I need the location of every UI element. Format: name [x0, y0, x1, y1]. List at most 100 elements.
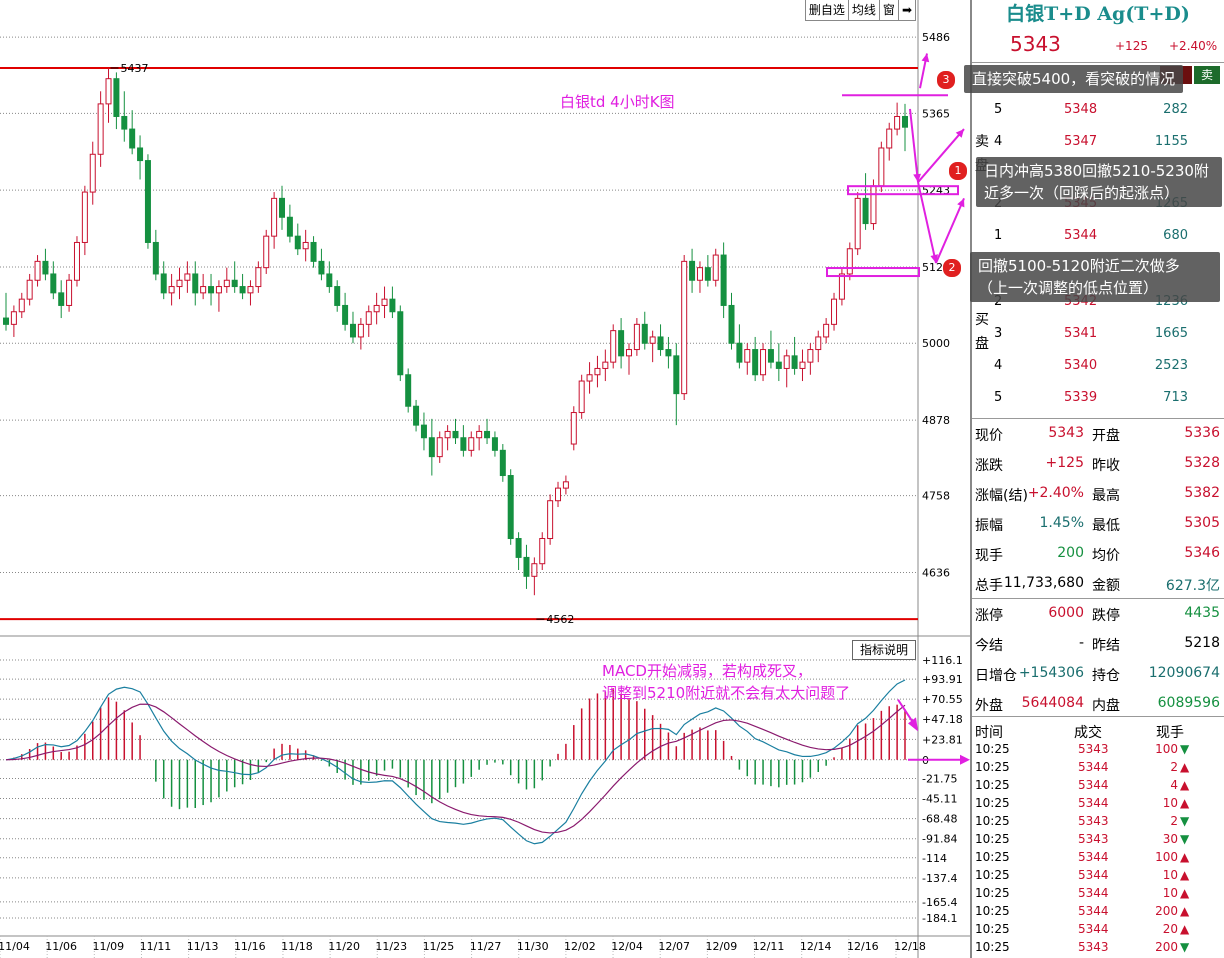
down-arrow-icon: ▼ [1180, 940, 1190, 954]
ask-volume: 680 [1163, 228, 1188, 243]
note-3-badge: 3 [936, 70, 956, 90]
bid-price: 5341 [1064, 326, 1098, 341]
candle-body [121, 115, 128, 130]
candle-body [160, 273, 167, 294]
candle-body [389, 298, 396, 313]
ask-volume: 1155 [1154, 134, 1188, 149]
sell-button[interactable]: 卖 [1194, 66, 1220, 84]
trade-price: 5343 [1078, 742, 1109, 756]
quote-value: 5343 [1048, 425, 1084, 441]
macd-y-tick-label: -165.4 [922, 896, 957, 909]
candle-body [129, 128, 136, 149]
y-tick-label: 4758 [922, 490, 950, 503]
candle-body [294, 235, 301, 250]
candle-body [97, 103, 104, 155]
x-tick-label: 11/25 [423, 940, 455, 953]
quote-row: 日增仓 +154306 持仓 12090674 [972, 659, 1224, 689]
candle-body [815, 336, 822, 351]
ask-volume: 282 [1163, 102, 1188, 117]
note-1: 日内冲高5380回撤5210-5230附 近多一次（回踩后的起涨点） [976, 157, 1222, 207]
candle-body [775, 361, 782, 369]
quote-label: 日增仓 [975, 668, 1017, 684]
indicator-help-button[interactable]: 指标说明 [852, 640, 916, 660]
candle-body [673, 355, 680, 395]
candle-body [231, 279, 238, 288]
x-tick-label: 11/13 [187, 940, 219, 953]
quote-row: 今结 - 昨结 5218 [972, 629, 1224, 659]
quote-value: 5382 [1184, 485, 1220, 501]
macd-y-tick-label: +70.55 [922, 693, 963, 706]
trade-row: 10:25 5343 2 ▼ [972, 812, 1224, 830]
candle-body [752, 349, 759, 376]
projection-arrow-line [909, 108, 919, 183]
candle-body [507, 475, 514, 540]
quote-value: 6089596 [1157, 695, 1220, 711]
bid-volume: 713 [1163, 390, 1188, 405]
trade-volume: 4 [1170, 778, 1178, 792]
candle-body [610, 330, 617, 363]
trade-price: 5344 [1078, 796, 1109, 810]
up-arrow-icon: ▲ [1180, 886, 1190, 900]
divider [972, 716, 1224, 717]
macd-y-tick-label: -21.75 [922, 772, 957, 785]
candle-body [468, 437, 475, 451]
toolbar-arrow-icon[interactable]: ➡ [899, 0, 916, 20]
candle-body [491, 437, 498, 451]
candle-body [720, 254, 727, 306]
trade-time: 10:25 [975, 922, 1010, 936]
toolbar-window-button[interactable]: 窗 [880, 0, 899, 20]
toolbar-ma-button[interactable]: 均线 [849, 0, 880, 20]
quote-value: 5644084 [1021, 695, 1084, 711]
down-arrow-icon: ▼ [1180, 742, 1190, 756]
divider [972, 62, 1224, 63]
trade-volume: 20 [1162, 922, 1178, 936]
candle-body [349, 323, 356, 338]
candle-body [838, 273, 845, 300]
instrument-title: 白银T+D Ag(T+D) [1006, 3, 1190, 25]
quote-row: 总手 11,733,680 金额 627.3亿 [972, 569, 1224, 599]
quote-row: 振幅 1.45% 最低 5305 [972, 509, 1224, 539]
toolbar-remove-favorite-button[interactable]: 删自选 [806, 0, 849, 20]
note-1-badge: 1 [948, 161, 968, 181]
candle-body [223, 279, 230, 288]
candle-body [326, 273, 333, 288]
x-tick-label: 11/11 [140, 940, 172, 953]
ask-price: 5344 [1064, 228, 1098, 243]
x-tick-label: 12/07 [658, 940, 690, 953]
trade-time: 10:25 [975, 814, 1010, 828]
candle-body [271, 197, 278, 237]
macd-y-tick-label: -91.84 [922, 833, 957, 846]
price-change: +125 [1115, 39, 1148, 53]
bid-row: 4 5340 2523 [972, 352, 1224, 382]
candle-body [428, 437, 435, 458]
candle-body [791, 355, 798, 369]
trade-row: 10:25 5344 4 ▲ [972, 776, 1224, 794]
trades-header-price: 成交 [1074, 725, 1102, 741]
candle-body [484, 430, 491, 439]
candle-body [767, 349, 774, 363]
trade-price: 5343 [1078, 814, 1109, 828]
trade-row: 10:25 5344 10 ▲ [972, 794, 1224, 812]
chart-toolbar: 删自选 均线 窗 ➡ [804, 0, 916, 21]
candle-body [736, 342, 743, 363]
y-tick-label: 5486 [922, 31, 950, 44]
candle-body [689, 260, 696, 281]
ask-row: 1 5344 680 [972, 222, 1224, 252]
down-arrow-icon: ▼ [1180, 832, 1190, 846]
candle-body [783, 355, 790, 369]
arrow-head [960, 754, 970, 765]
kline-chart: 5486536552435121500048784758463654374562… [0, 0, 970, 958]
quote-label: 总手 [975, 578, 1003, 594]
candle-body [894, 115, 901, 130]
candle-body [547, 500, 554, 540]
candle-body [26, 279, 33, 300]
up-arrow-icon: ▲ [1180, 904, 1190, 918]
candle-body [18, 298, 25, 313]
candle-body [334, 286, 341, 306]
trade-time: 10:25 [975, 778, 1010, 792]
candle-body [397, 311, 404, 376]
ask-price: 5347 [1064, 134, 1098, 149]
quote-label: 均价 [1092, 548, 1120, 564]
trade-row: 10:25 5343 30 ▼ [972, 830, 1224, 848]
x-tick-label: 11/18 [281, 940, 313, 953]
